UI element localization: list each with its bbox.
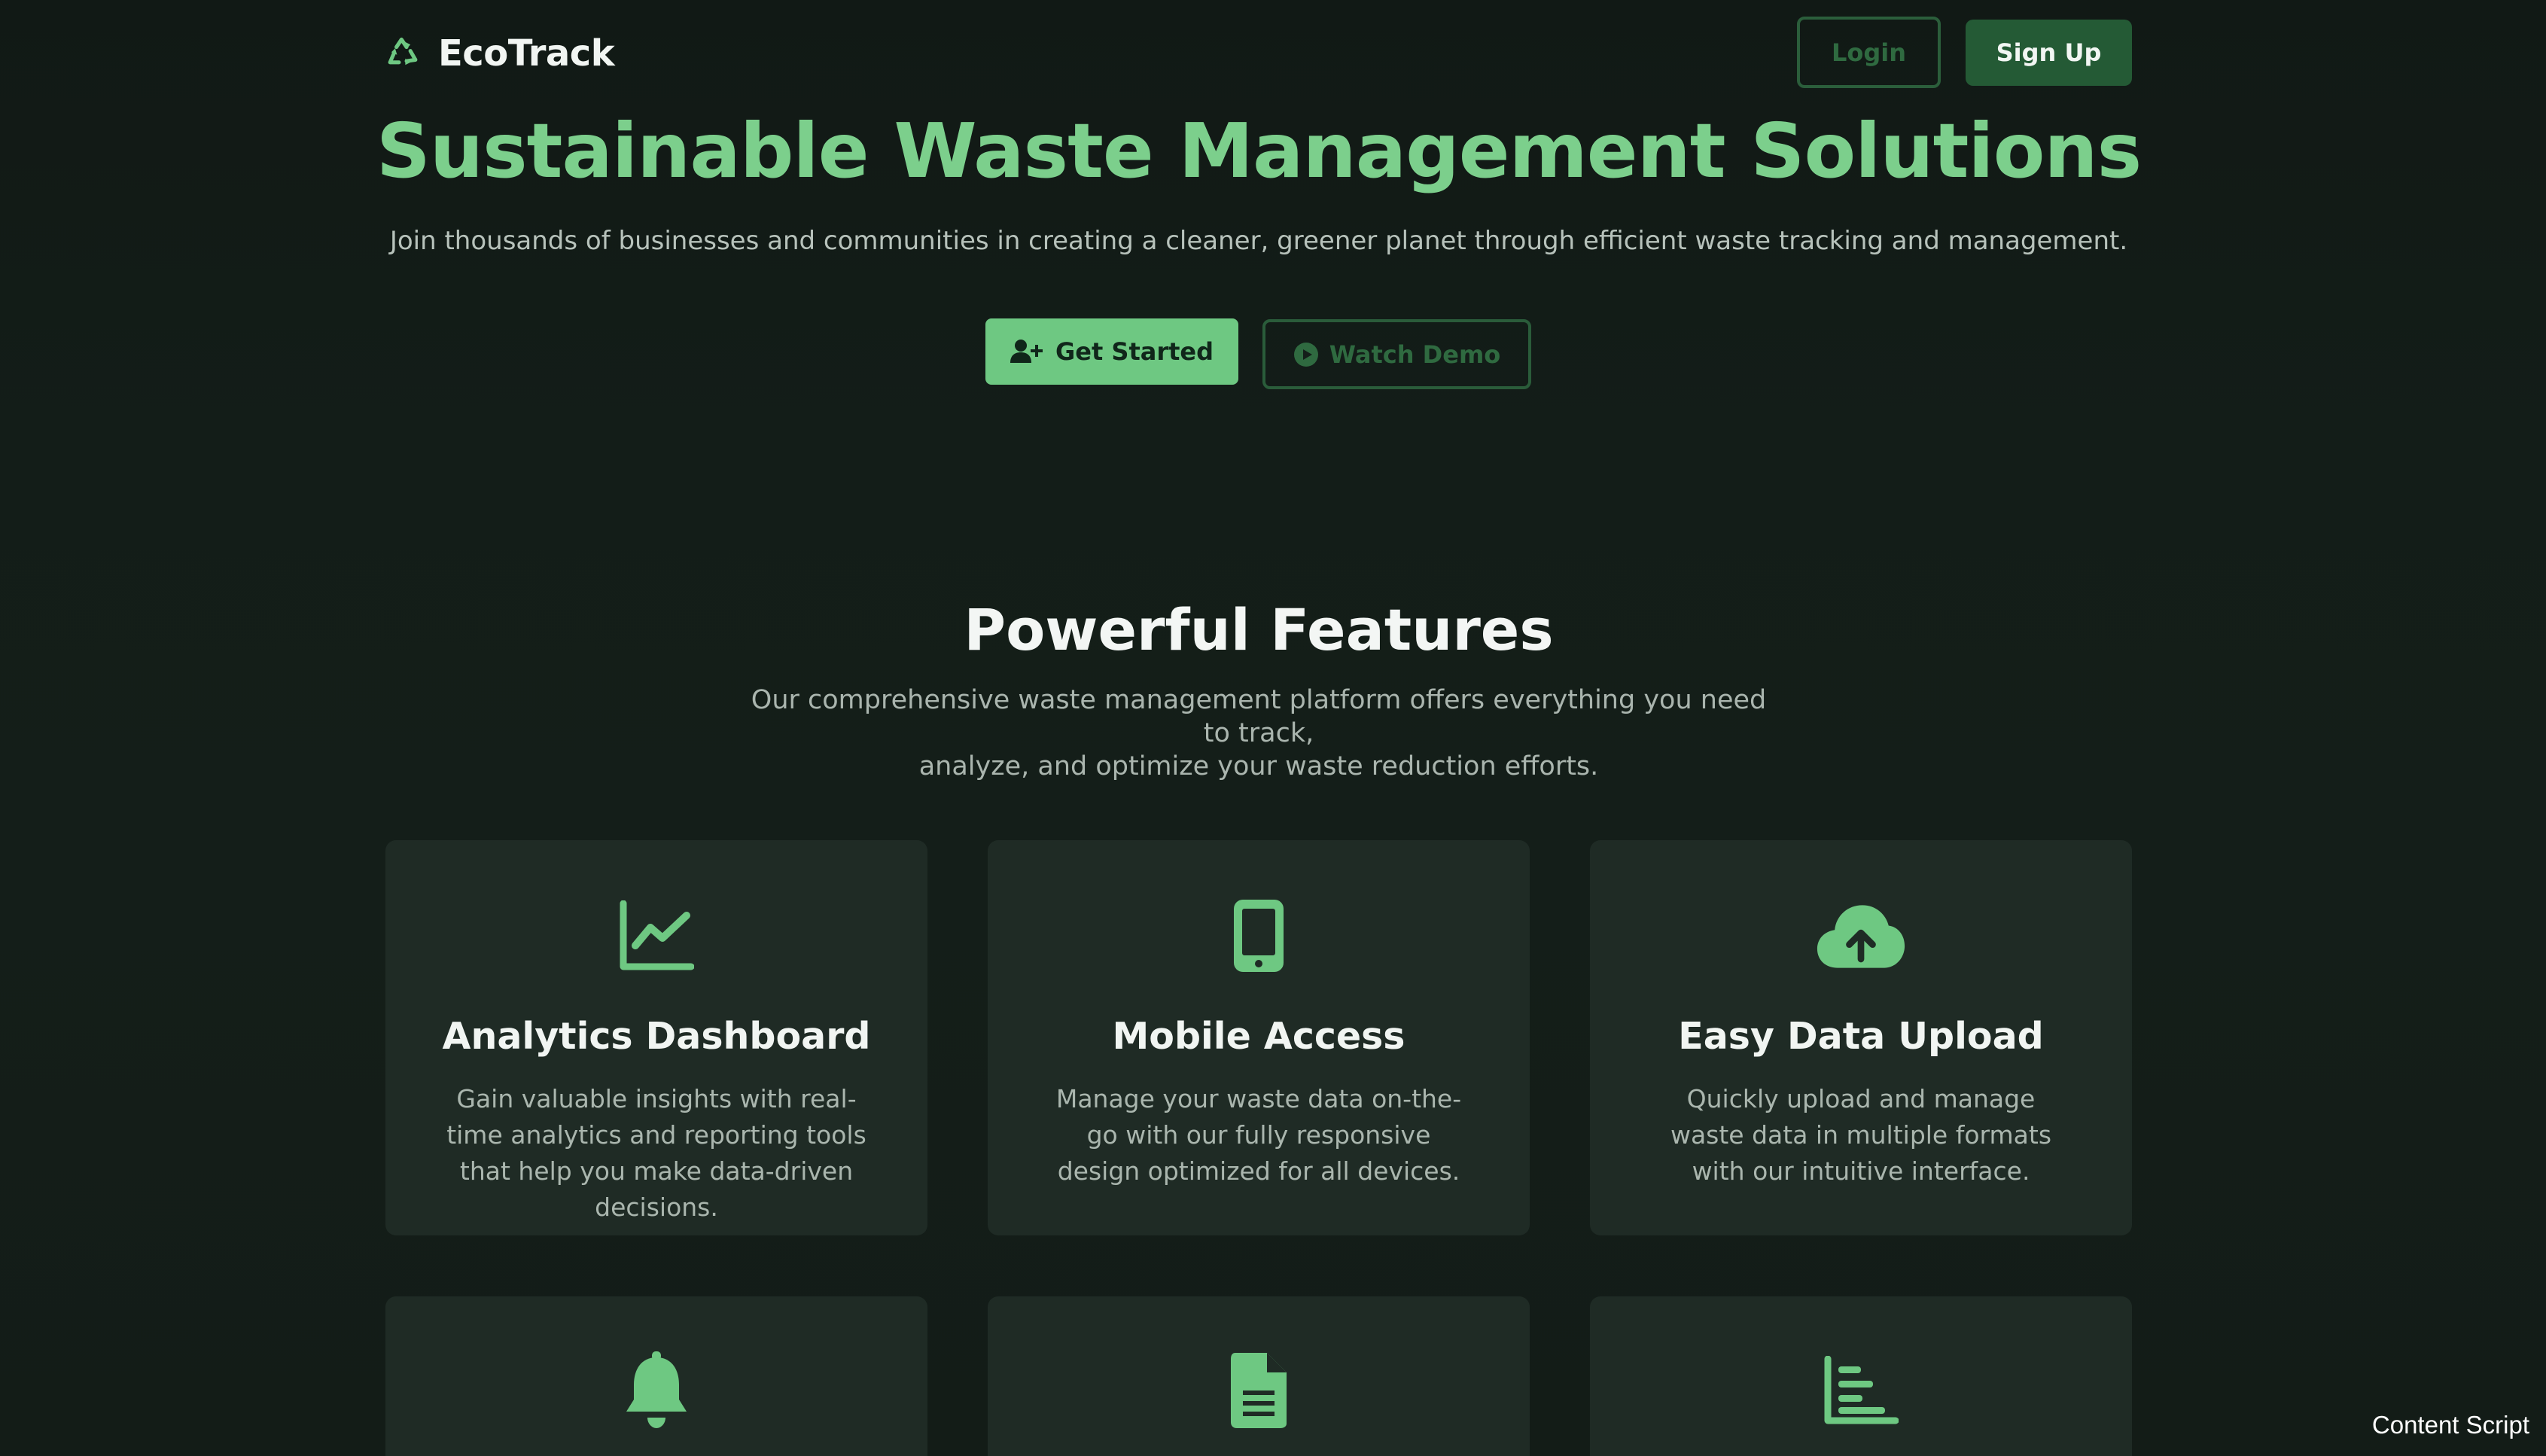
- feature-card-mobile: Mobile Access Manage your waste data on-…: [988, 840, 1530, 1235]
- brand-name: EcoTrack: [438, 32, 615, 75]
- bar-chart-icon: [1816, 1349, 1906, 1432]
- brand-logo[interactable]: EcoTrack: [382, 30, 615, 77]
- chart-line-icon: [611, 894, 702, 977]
- feature-card-analytics: Analytics Dashboard Gain valuable insigh…: [385, 840, 927, 1235]
- get-started-label: Get Started: [1055, 337, 1214, 366]
- feature-card-upload: Easy Data Upload Quickly upload and mana…: [1590, 840, 2132, 1235]
- feature-card-reports: [988, 1296, 1530, 1456]
- bell-icon: [611, 1349, 702, 1432]
- hero-title: Sustainable Waste Management Solutions: [376, 107, 2142, 195]
- watch-demo-button[interactable]: Watch Demo: [1262, 319, 1531, 389]
- document-icon: [1214, 1349, 1304, 1432]
- site-header: EcoTrack Login Sign Up: [0, 0, 2546, 105]
- get-started-button[interactable]: Get Started: [985, 318, 1238, 385]
- sign-up-button[interactable]: Sign Up: [1966, 20, 2132, 86]
- feature-card-description: Manage your waste data on-the-go with ou…: [1055, 1084, 1462, 1186]
- features-subtitle: Our comprehensive waste management platf…: [738, 684, 1780, 783]
- hero-subtitle: Join thousands of businesses and communi…: [389, 226, 2128, 256]
- recycle-icon: [388, 37, 418, 65]
- feature-card-insights: [1590, 1296, 2132, 1456]
- features-title: Powerful Features: [964, 596, 1554, 663]
- feature-card-title: Analytics Dashboard: [442, 1015, 871, 1058]
- watch-demo-label: Watch Demo: [1329, 340, 1501, 369]
- login-button[interactable]: Login: [1797, 17, 1941, 88]
- features-subtitle-line: Our comprehensive waste management platf…: [751, 685, 1767, 748]
- feature-card-alerts: [385, 1296, 927, 1456]
- features-subtitle-line: analyze, and optimize your waste reducti…: [918, 751, 1599, 781]
- feature-card-description: Gain valuable insights with real-time an…: [446, 1084, 866, 1222]
- feature-card-description: Quickly upload and manage waste data in …: [1670, 1084, 2052, 1186]
- content-script-label: Content Script: [2371, 1411, 2529, 1439]
- cloud-upload-icon: [1816, 894, 1906, 977]
- feature-card-title: Mobile Access: [1112, 1015, 1405, 1058]
- landing-page: EcoTrack Login Sign Up Sustainable Waste…: [0, 0, 2546, 1456]
- feature-card-title: Easy Data Upload: [1678, 1015, 2044, 1058]
- mobile-icon: [1214, 894, 1304, 977]
- play-circle-icon: [1293, 342, 1318, 367]
- user-plus-icon: [1010, 340, 1043, 363]
